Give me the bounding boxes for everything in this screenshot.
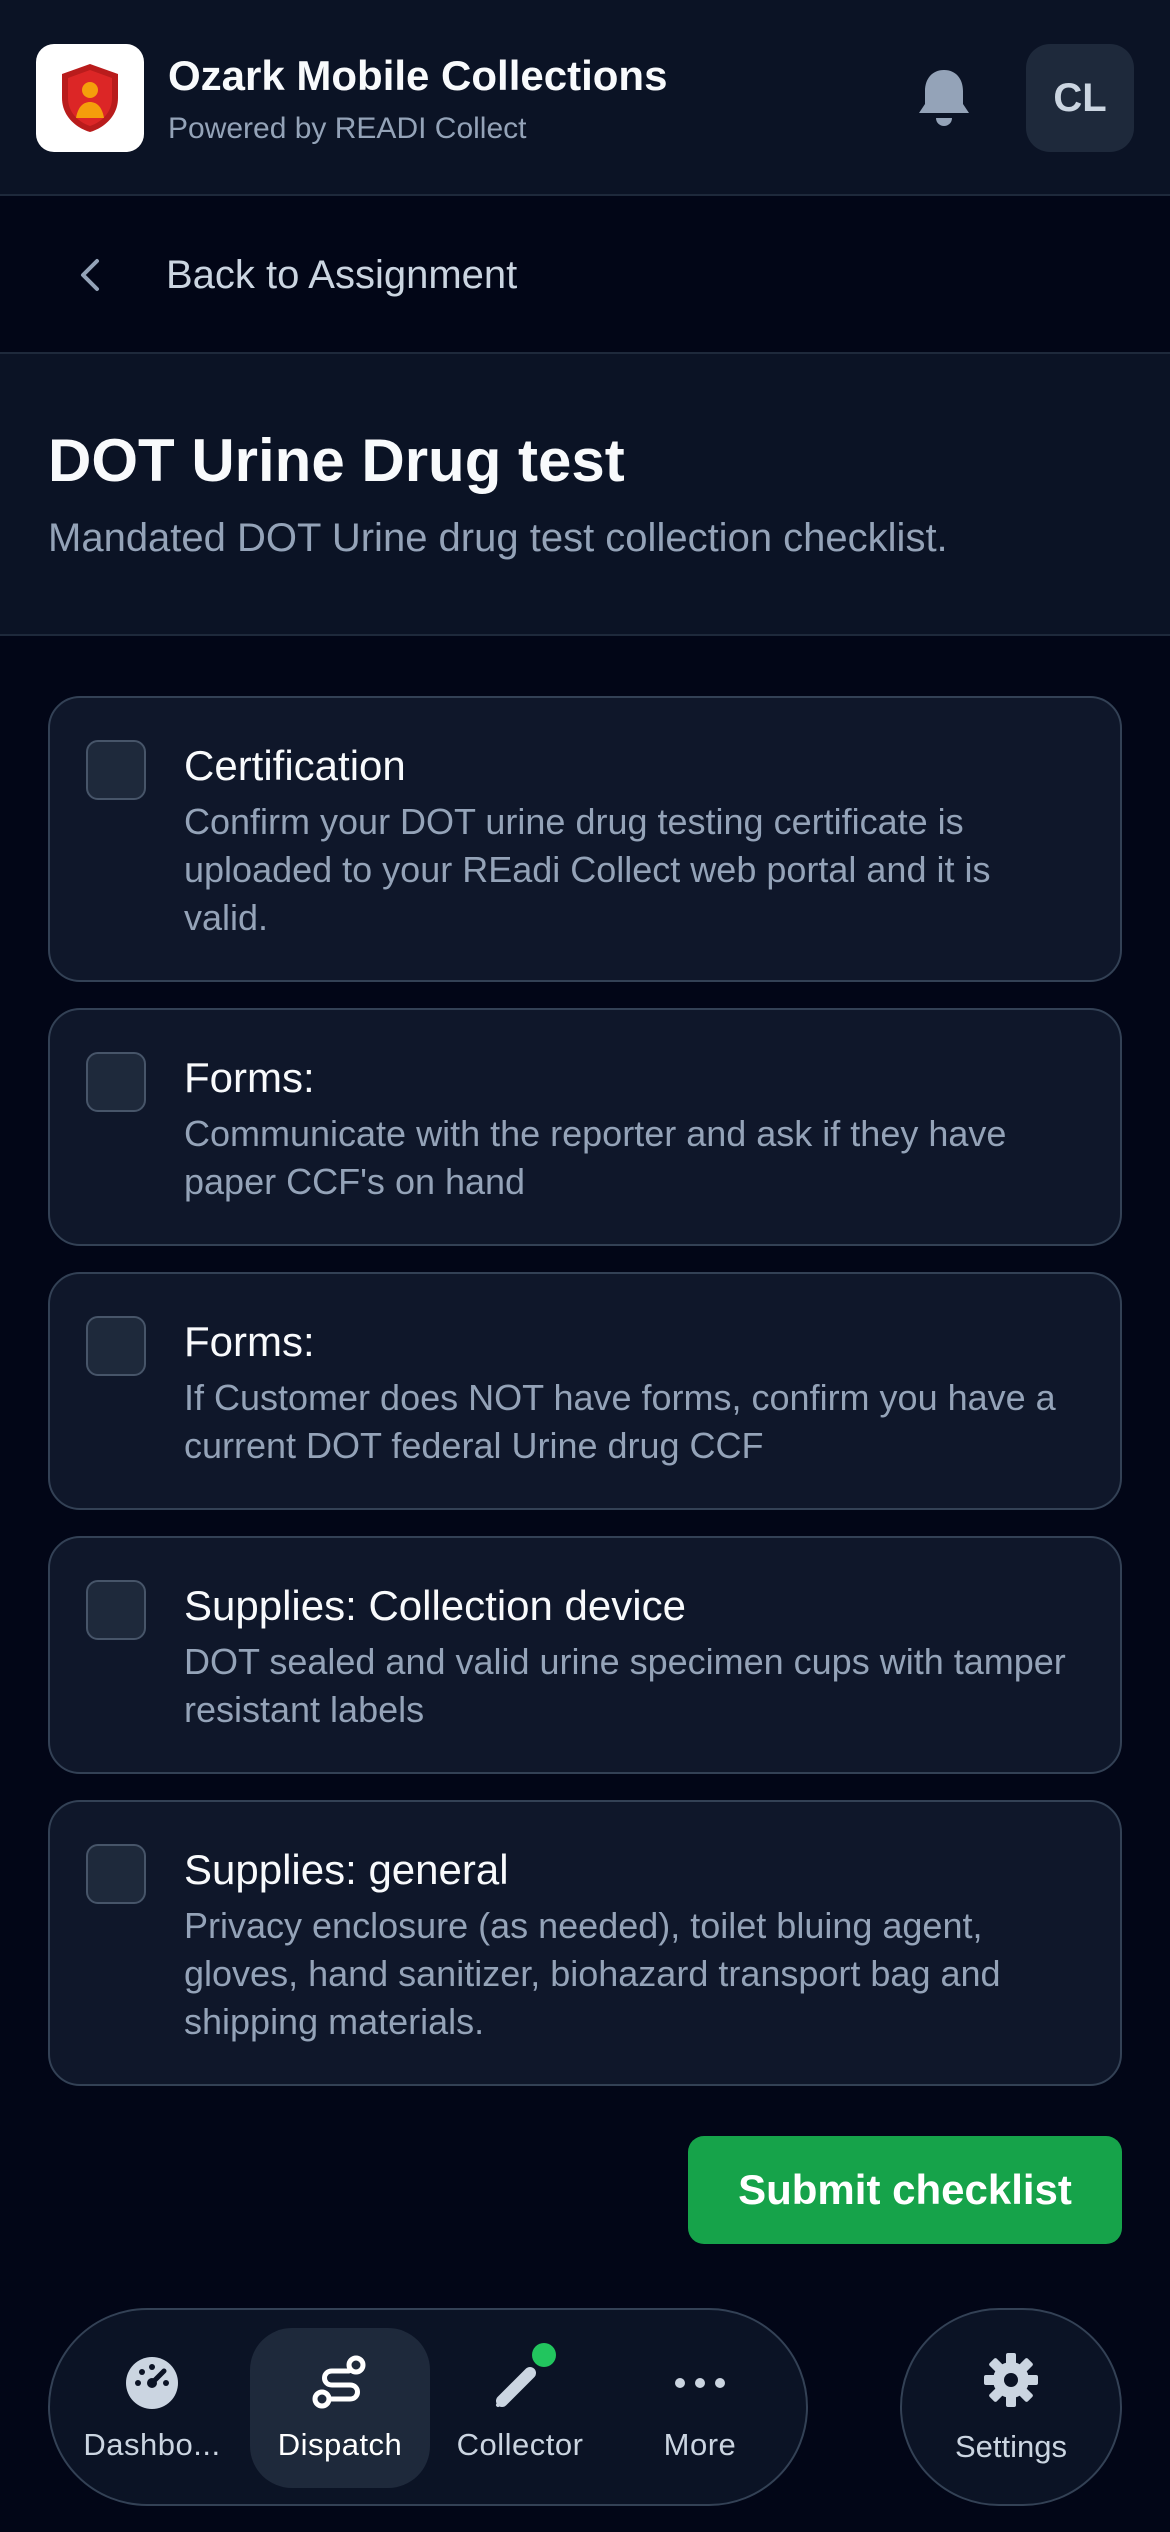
- checklist-item[interactable]: Certification Confirm your DOT urine dru…: [48, 696, 1122, 982]
- ellipsis-icon: [670, 2353, 730, 2413]
- nav-item-dashboard[interactable]: Dashbo...: [62, 2328, 242, 2488]
- gear-icon: [981, 2350, 1041, 2415]
- bottom-nav: Dashbo... Dispatch Collector More: [48, 2308, 808, 2506]
- checklist-item-description: Privacy enclosure (as needed), toilet bl…: [184, 1905, 1001, 2042]
- back-label: Back to Assignment: [166, 252, 518, 297]
- app-header: Ozark Mobile Collections Powered by READ…: [0, 0, 1170, 196]
- app-subtitle: Powered by READI Collect: [168, 112, 527, 145]
- page-header: DOT Urine Drug test Mandated DOT Urine d…: [0, 354, 1170, 636]
- checklist-checkbox[interactable]: [86, 1052, 146, 1112]
- nav-item-label: More: [663, 2427, 737, 2462]
- avatar[interactable]: CL: [1026, 44, 1134, 152]
- checklist-item-description: If Customer does NOT have forms, confirm…: [184, 1377, 1056, 1466]
- back-bar: Back to Assignment: [0, 196, 1170, 354]
- checklist-item-title: Supplies: Collection device: [184, 1582, 686, 1629]
- nav-item-label: Dashbo...: [83, 2427, 221, 2462]
- submit-checklist-button[interactable]: Submit checklist: [688, 2136, 1122, 2244]
- bell-icon[interactable]: [914, 66, 974, 130]
- checklist-item[interactable]: Supplies: Collection device DOT sealed a…: [48, 1536, 1122, 1774]
- checklist-item[interactable]: Forms: If Customer does NOT have forms, …: [48, 1272, 1122, 1510]
- back-to-assignment-link[interactable]: Back to Assignment: [60, 236, 517, 314]
- checklist-checkbox[interactable]: [86, 1580, 146, 1640]
- checklist-checkbox[interactable]: [86, 1844, 146, 1904]
- page-description: Mandated DOT Urine drug test collection …: [48, 516, 948, 560]
- nav-item-collector[interactable]: Collector: [430, 2328, 610, 2488]
- status-dot: [532, 2343, 556, 2367]
- nav-item-label: Dispatch: [277, 2427, 403, 2462]
- checklist-item-title: Forms:: [184, 1054, 315, 1101]
- chevron-left-icon: [60, 245, 120, 305]
- nav-item-more[interactable]: More: [610, 2328, 790, 2488]
- syringe-icon: [490, 2343, 556, 2413]
- checklist-item[interactable]: Supplies: general Privacy enclosure (as …: [48, 1800, 1122, 2086]
- nav-item-dispatch[interactable]: Dispatch: [250, 2328, 430, 2488]
- checklist-item[interactable]: Forms: Communicate with the reporter and…: [48, 1008, 1122, 1246]
- checklist-checkbox[interactable]: [86, 1316, 146, 1376]
- nav-item-label: Settings: [954, 2428, 1067, 2464]
- checklist-checkbox[interactable]: [86, 740, 146, 800]
- app-logo: [36, 44, 144, 152]
- checklist-item-title: Certification: [184, 742, 406, 789]
- app-title: Ozark Mobile Collections: [168, 52, 668, 99]
- checklist-item-description: DOT sealed and valid urine specimen cups…: [184, 1641, 1066, 1730]
- checklist-item-title: Supplies: general: [184, 1846, 509, 1893]
- checklist-item-description: Communicate with the reporter and ask if…: [184, 1113, 1007, 1202]
- nav-item-label: Collector: [456, 2427, 584, 2462]
- gauge-icon: [122, 2353, 182, 2413]
- route-icon: [310, 2353, 370, 2413]
- checklist-item-description: Confirm your DOT urine drug testing cert…: [184, 801, 991, 938]
- page-title: DOT Urine Drug test: [48, 427, 625, 494]
- nav-item-settings[interactable]: Settings: [900, 2308, 1122, 2506]
- checklist-item-title: Forms:: [184, 1318, 315, 1365]
